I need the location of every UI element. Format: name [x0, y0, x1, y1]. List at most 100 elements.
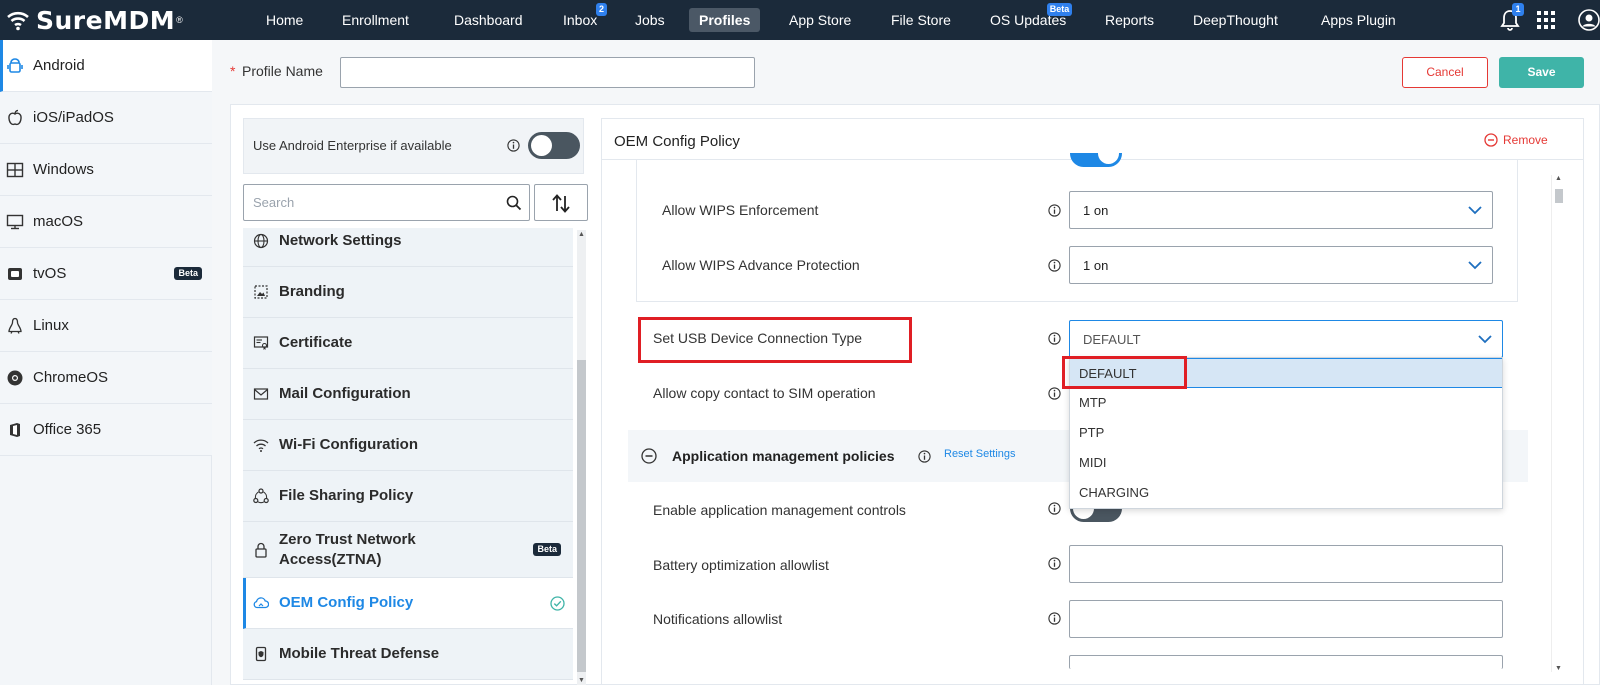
policy-item-mail-configuration[interactable]: Mail Configuration: [243, 369, 573, 420]
os-item-android[interactable]: Android: [0, 40, 212, 92]
apple-icon: [8, 109, 22, 125]
policy-label: Network Settings: [279, 232, 402, 249]
nav-reports[interactable]: Reports: [1105, 8, 1154, 32]
policy-label: Mail Configuration: [279, 385, 411, 402]
search-icon[interactable]: [506, 195, 522, 211]
os-item-macos[interactable]: macOS: [0, 196, 212, 248]
nav-dashboard[interactable]: Dashboard: [454, 8, 523, 32]
policy-search-box[interactable]: Search: [243, 184, 530, 221]
scroll-down-icon[interactable]: ▼: [1555, 665, 1562, 672]
os-item-chromeos[interactable]: ChromeOS: [0, 352, 212, 404]
sort-button[interactable]: [534, 184, 588, 221]
save-button[interactable]: Save: [1499, 57, 1584, 88]
os-item-windows[interactable]: Windows: [0, 144, 212, 196]
usb-connection-type-select[interactable]: DEFAULT: [1069, 320, 1503, 358]
globe-icon: [253, 233, 269, 249]
policy-label: Zero Trust Network Access(ZTNA): [279, 530, 416, 568]
cancel-button[interactable]: Cancel: [1402, 57, 1488, 88]
scroll-up-icon[interactable]: ▲: [578, 231, 585, 238]
option-mtp[interactable]: MTP: [1070, 388, 1502, 418]
policy-item-network-settings[interactable]: Network Settings: [243, 228, 573, 267]
nav-file-store[interactable]: File Store: [891, 8, 951, 32]
nav-app-store[interactable]: App Store: [789, 8, 851, 32]
nav-inbox[interactable]: Inbox 2: [563, 3, 607, 32]
tvos-beta-badge: Beta: [174, 267, 202, 280]
nav-os-updates[interactable]: OS Updates Beta: [990, 3, 1073, 32]
info-icon[interactable]: [1048, 332, 1061, 345]
mail-icon: [253, 388, 269, 400]
info-icon[interactable]: [1048, 387, 1061, 400]
android-enterprise-toggle[interactable]: [528, 132, 580, 159]
profile-name-input[interactable]: [340, 57, 755, 88]
battery-allowlist-input[interactable]: [1069, 545, 1503, 583]
wifi-icon: [253, 439, 269, 452]
os-label-ios: iOS/iPadOS: [33, 109, 114, 126]
chrome-icon: [7, 370, 23, 385]
info-icon[interactable]: [1048, 502, 1061, 515]
notifications-allowlist-input[interactable]: [1069, 600, 1503, 638]
nav-inbox-label: Inbox: [563, 12, 598, 28]
os-item-ios[interactable]: iOS/iPadOS: [0, 92, 212, 144]
info-icon[interactable]: [1048, 557, 1061, 570]
profile-name-label: Profile Name: [242, 63, 323, 79]
scroll-up-icon[interactable]: ▲: [1555, 175, 1562, 182]
remove-label: Remove: [1503, 133, 1548, 147]
policy-label: OEM Config Policy: [279, 594, 414, 611]
next-field-input[interactable]: [1069, 655, 1503, 669]
wips-advance-select[interactable]: 1 on: [1069, 246, 1493, 284]
nav-jobs[interactable]: Jobs: [635, 8, 665, 32]
policy-item-oem-config-policy[interactable]: OEM Config Policy: [243, 578, 573, 629]
policy-item-branding[interactable]: Branding: [243, 267, 573, 318]
top-navbar: SureMDM ® Home Enrollment Dashboard Inbox…: [0, 0, 1600, 40]
config-scrollbar[interactable]: ▲ ▼: [1551, 175, 1564, 672]
info-icon[interactable]: [1048, 612, 1061, 625]
check-circle-icon: [550, 595, 565, 611]
scroll-thumb[interactable]: [577, 360, 586, 672]
apps-grid-icon[interactable]: [1537, 11, 1555, 29]
info-icon[interactable]: [507, 139, 520, 152]
info-icon[interactable]: [1048, 204, 1061, 217]
policy-label: Certificate: [279, 334, 353, 351]
collapse-minus-icon[interactable]: [641, 448, 657, 464]
user-avatar-icon[interactable]: [1578, 9, 1600, 31]
policy-item-wifi-configuration[interactable]: Wi-Fi Configuration: [243, 420, 573, 471]
os-item-office365[interactable]: Office 365: [0, 404, 212, 456]
chevron-down-icon: [1478, 335, 1492, 344]
os-updates-beta-badge: Beta: [1046, 3, 1073, 16]
nav-deepthought[interactable]: DeepThought: [1193, 8, 1278, 32]
policy-item-certificate[interactable]: Certificate: [243, 318, 573, 369]
reset-settings-link[interactable]: Reset Settings: [944, 448, 1016, 460]
share-icon: [253, 488, 269, 504]
os-item-tvos[interactable]: tvOS Beta: [0, 248, 212, 300]
policy-item-file-sharing-policy[interactable]: File Sharing Policy: [243, 471, 573, 522]
option-midi[interactable]: MIDI: [1070, 448, 1502, 478]
brand-logo[interactable]: SureMDM ®: [6, 4, 183, 36]
nav-profiles[interactable]: Profiles: [689, 8, 761, 32]
policy-item-ztna[interactable]: Zero Trust Network Access(ZTNA) Beta: [243, 522, 573, 578]
scroll-down-icon[interactable]: ▼: [578, 677, 585, 684]
os-label-linux: Linux: [33, 317, 69, 334]
info-icon[interactable]: [918, 450, 931, 463]
info-icon[interactable]: [1048, 259, 1061, 272]
scroll-thumb[interactable]: [1555, 189, 1563, 203]
option-charging[interactable]: CHARGING: [1070, 478, 1502, 508]
policy-label: Wi-Fi Configuration: [279, 436, 418, 453]
nav-apps-plugin[interactable]: Apps Plugin: [1321, 8, 1396, 32]
option-ptp[interactable]: PTP: [1070, 418, 1502, 448]
policy-list-scrollbar[interactable]: ▲ ▼: [577, 230, 586, 685]
os-item-linux[interactable]: Linux: [0, 300, 212, 352]
remove-button[interactable]: Remove: [1484, 133, 1548, 147]
nav-enrollment[interactable]: Enrollment: [342, 8, 409, 32]
select-value: 1 on: [1083, 203, 1109, 218]
image-icon: [254, 285, 268, 299]
cloud-icon: [253, 597, 269, 609]
os-label-android: Android: [33, 57, 85, 74]
tv-icon: [8, 267, 22, 280]
wips-enforcement-select[interactable]: 1 on: [1069, 191, 1493, 229]
partial-toggle-on[interactable]: [1070, 153, 1122, 167]
chevron-down-icon: [1468, 206, 1482, 215]
linux-icon: [8, 317, 22, 334]
nav-home[interactable]: Home: [266, 8, 303, 32]
wips-advance-label: Allow WIPS Advance Protection: [662, 257, 860, 273]
policy-item-mobile-threat-defense[interactable]: Mobile Threat Defense: [243, 629, 573, 680]
